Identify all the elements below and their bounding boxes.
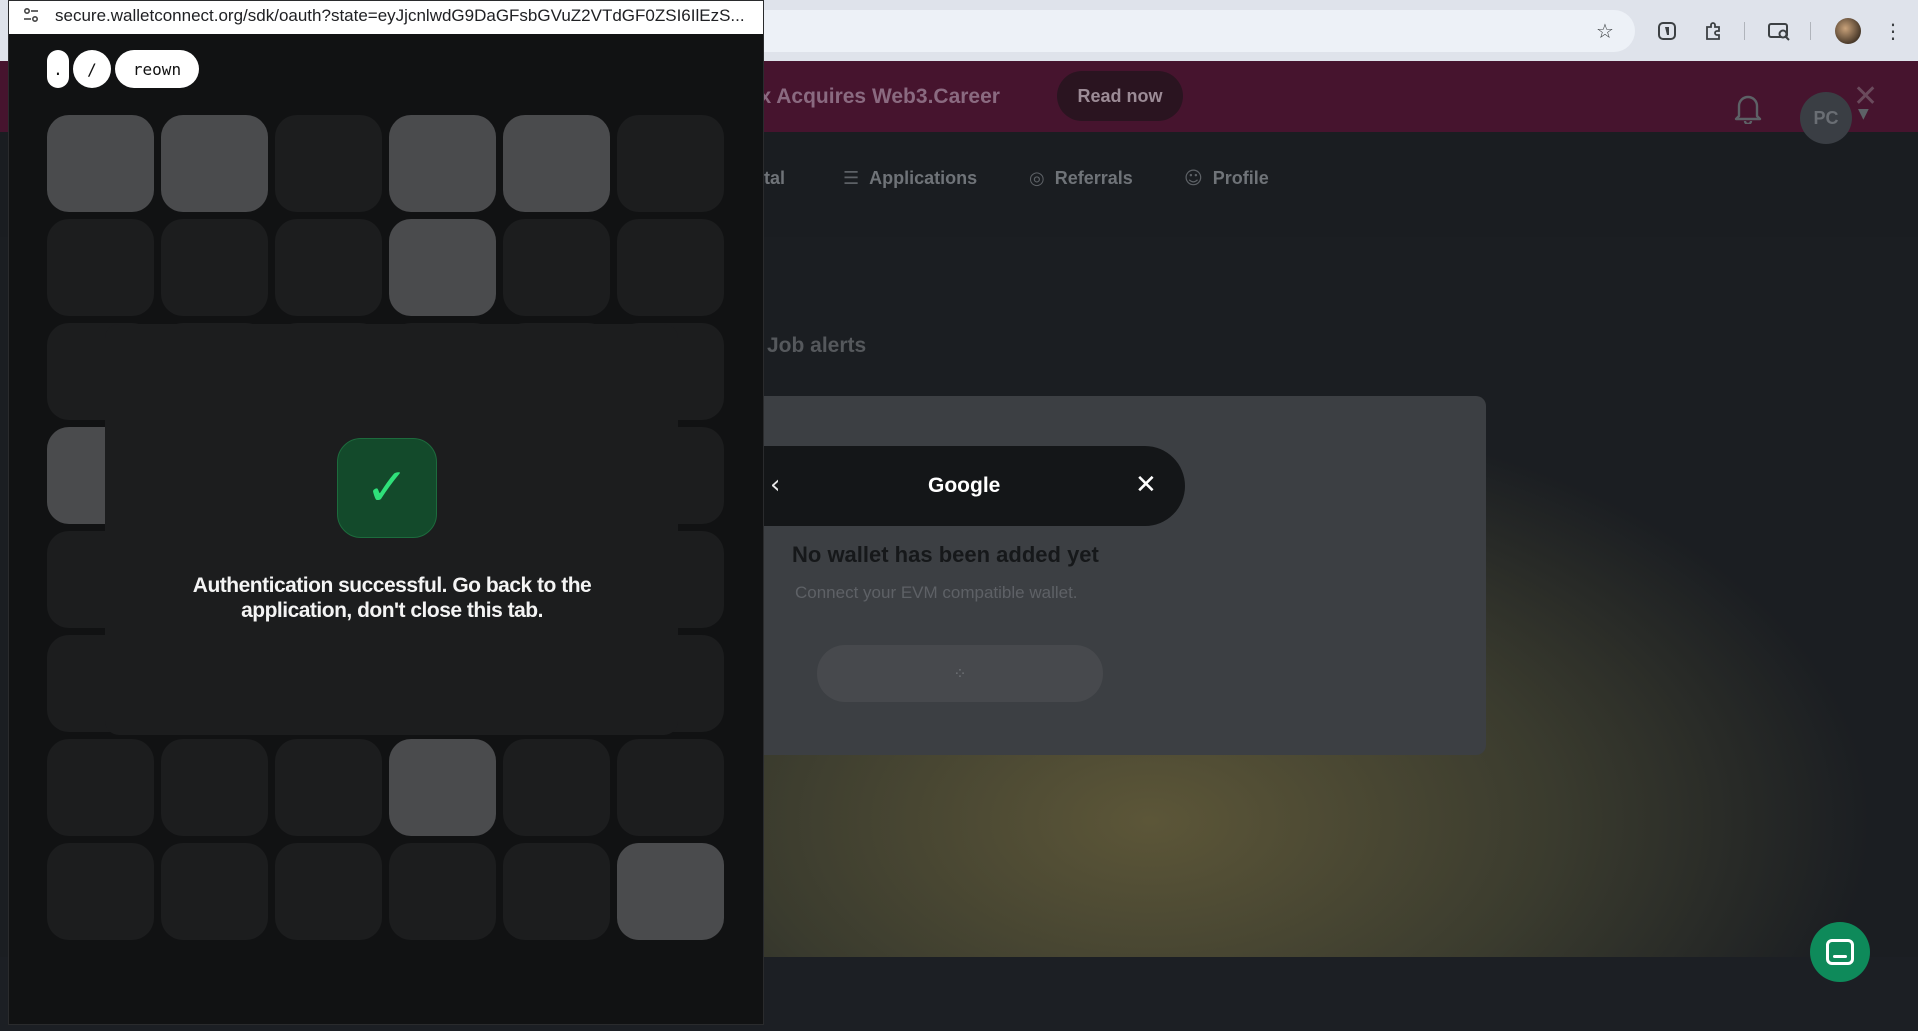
- logo-part: .: [47, 50, 69, 88]
- nav-item-label: Referrals: [1054, 168, 1133, 188]
- nav-item-label: Applications: [869, 168, 978, 188]
- list-icon: ☰: [843, 168, 860, 189]
- star-icon[interactable]: ☆: [1592, 18, 1618, 44]
- grid-tile: [503, 115, 610, 212]
- bell-icon[interactable]: [1733, 92, 1763, 131]
- grid-tile: [617, 115, 724, 212]
- grid-tile: [161, 115, 268, 212]
- referral-icon: ◎: [1029, 168, 1045, 189]
- banner-title: dex Acquires Web3.Career: [735, 85, 1000, 108]
- read-now-button[interactable]: Read now: [1057, 71, 1183, 121]
- grid-tile: [47, 739, 154, 836]
- grid-tile: [275, 739, 382, 836]
- grid-tile: [617, 219, 724, 316]
- back-icon[interactable]: ‹: [770, 470, 780, 500]
- grid-tile: [503, 843, 610, 940]
- grid-tile: [617, 739, 724, 836]
- nav-item-label: Profile: [1212, 168, 1269, 188]
- connect-wallet-button[interactable]: ⁘: [817, 645, 1103, 702]
- nav-item-applications[interactable]: ☰ Applications: [843, 168, 977, 189]
- user-icon: ☺: [1184, 168, 1203, 189]
- logo-part: /: [73, 50, 111, 88]
- grid-tile: [47, 115, 154, 212]
- modal-title: Google: [928, 474, 1001, 497]
- tab-job-alerts[interactable]: Job alerts: [767, 334, 866, 358]
- grid-tile: [275, 219, 382, 316]
- reown-logo: . / reown: [47, 50, 199, 88]
- chevron-down-icon[interactable]: ▼: [1858, 106, 1869, 122]
- profile-avatar[interactable]: [1835, 18, 1861, 44]
- grid-tile: [275, 115, 382, 212]
- puzzle-icon[interactable]: [1700, 18, 1726, 44]
- grid-tile: [161, 219, 268, 316]
- close-icon[interactable]: ✕: [1135, 470, 1157, 500]
- grid-tile: [161, 843, 268, 940]
- shield-extension-icon[interactable]: [1654, 18, 1680, 44]
- oauth-popup-window: secure.walletconnect.org/sdk/oauth?state…: [8, 0, 764, 1025]
- grid-tile: [389, 843, 496, 940]
- nav-item-referrals[interactable]: ◎ Referrals: [1029, 168, 1133, 189]
- grid-tile: [275, 843, 382, 940]
- empty-state-title: No wallet has been added yet: [792, 542, 1099, 567]
- nav-item-profile[interactable]: ☺ Profile: [1184, 168, 1269, 189]
- toolbar-separator: [1744, 22, 1745, 40]
- grid-tile: [503, 219, 610, 316]
- toolbar-separator: [1810, 22, 1811, 40]
- chat-launcher-button[interactable]: [1810, 922, 1870, 982]
- grid-tile: [389, 219, 496, 316]
- grid-tile: [161, 739, 268, 836]
- checkmark-icon: ✓: [337, 438, 437, 538]
- chat-icon: [1826, 939, 1854, 965]
- empty-state-subtitle: Connect your EVM compatible wallet.: [795, 583, 1078, 602]
- grid-tile: [47, 219, 154, 316]
- auth-success-message: Authentication successful. Go back to th…: [192, 574, 592, 622]
- user-avatar[interactable]: PC: [1800, 92, 1852, 144]
- grid-tile: [503, 739, 610, 836]
- grid-tile: [47, 843, 154, 940]
- grid-tile: [617, 843, 724, 940]
- popup-url-text: secure.walletconnect.org/sdk/oauth?state…: [55, 6, 745, 25]
- spinner-icon: ⁘: [953, 664, 967, 683]
- grid-tile: [389, 115, 496, 212]
- kebab-menu-icon[interactable]: ⋮: [1880, 18, 1906, 44]
- logo-part: reown: [115, 50, 199, 88]
- popup-address-bar[interactable]: secure.walletconnect.org/sdk/oauth?state…: [9, 1, 763, 34]
- grid-tile: [389, 739, 496, 836]
- screen-search-icon[interactable]: [1766, 18, 1792, 44]
- site-settings-icon[interactable]: [22, 6, 42, 26]
